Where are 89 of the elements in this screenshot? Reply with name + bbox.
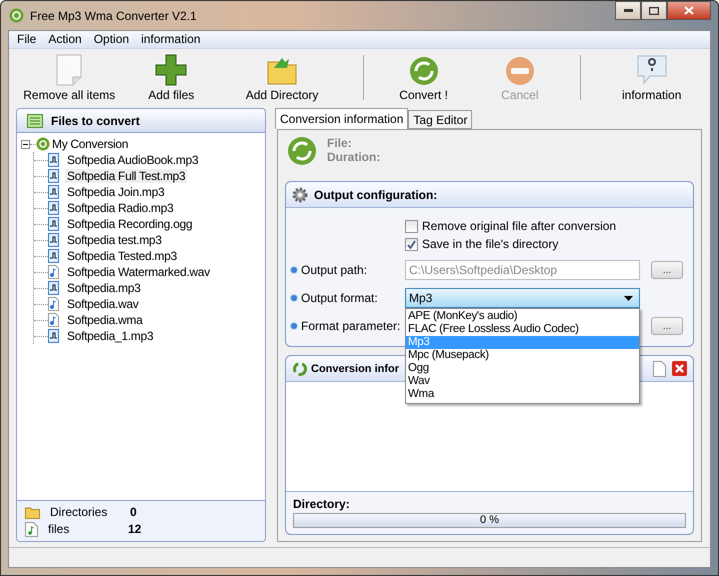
bullet-icon xyxy=(290,266,298,274)
tree-item[interactable]: Softpedia.wma xyxy=(65,313,144,327)
format-dropdown[interactable]: Mp3 xyxy=(405,288,640,308)
field-label: Output path: xyxy=(301,263,368,277)
tree-item[interactable]: Softpedia.mp3 xyxy=(65,281,142,295)
field-label: Output format: xyxy=(301,291,379,305)
progress-reading: 0 % xyxy=(479,514,500,527)
group-title: Conversion infor xyxy=(311,362,400,374)
help-bubble-icon xyxy=(636,54,668,86)
summary-count: 12 xyxy=(128,522,142,536)
audio-file-icon xyxy=(48,201,59,215)
music-file-icon xyxy=(25,522,38,536)
summary-label: Directories xyxy=(50,505,108,519)
tab[interactable]: Tag Editor xyxy=(408,110,472,129)
minimize-button[interactable] xyxy=(615,1,641,20)
audio-file-icon xyxy=(48,233,59,247)
field-label: Format parameter: xyxy=(301,319,402,333)
file-label: File: xyxy=(327,136,353,150)
tree-item[interactable]: Softpedia AudioBook.mp3 xyxy=(65,153,200,167)
checkbox[interactable] xyxy=(405,220,418,232)
tree-item[interactable]: Softpedia Tested.mp3 xyxy=(65,249,179,263)
bullet-icon xyxy=(290,322,298,330)
summary-count: 0 xyxy=(130,505,137,519)
panel-title: Files to convert xyxy=(51,114,140,128)
dropdown-option[interactable]: Mpc (Musepack) xyxy=(406,349,639,362)
tree-item[interactable]: Softpedia.wav xyxy=(65,297,140,311)
caret-icon xyxy=(624,296,633,300)
tree-item[interactable]: Softpedia Full Test.mp3 xyxy=(65,169,188,183)
tree-item[interactable]: Softpedia Join.mp3 xyxy=(65,185,166,199)
menu-item[interactable]: File xyxy=(11,31,42,48)
group-title: Output configuration: xyxy=(314,188,438,202)
menu-item[interactable]: Option xyxy=(88,31,136,48)
maximize-button[interactable] xyxy=(641,1,667,20)
close-button[interactable] xyxy=(667,1,711,20)
tab[interactable]: Conversion information xyxy=(275,108,408,129)
summary-label: files xyxy=(48,522,70,536)
stop-icon xyxy=(504,56,535,86)
checkbox[interactable] xyxy=(405,238,418,250)
close-icon xyxy=(684,6,694,15)
toolbar-button[interactable]: Add Directory xyxy=(213,49,352,106)
tree-item[interactable]: My Conversion xyxy=(50,137,130,151)
list-icon xyxy=(27,114,43,128)
convert-icon xyxy=(36,137,50,151)
gear-icon xyxy=(292,186,308,202)
audio-file-icon xyxy=(48,217,59,231)
toolbar-button[interactable]: Remove all items xyxy=(9,49,130,106)
tree-item[interactable]: Softpedia Recording.ogg xyxy=(65,217,194,231)
dropdown-option[interactable]: APE (MonKey's audio) xyxy=(406,310,639,323)
parameter-button[interactable]: ... xyxy=(651,317,683,335)
collapse-toggle[interactable] xyxy=(21,140,30,148)
checkbox-label: Remove original file after conversion xyxy=(422,219,616,233)
bullet-icon xyxy=(290,294,298,302)
checkbox-label: Save in the file's directory xyxy=(422,237,558,251)
music-file-icon xyxy=(48,265,59,279)
audio-file-icon xyxy=(48,281,59,295)
audio-file-icon xyxy=(48,185,59,199)
toolbar-button[interactable]: Add files xyxy=(130,49,214,106)
tree-item[interactable]: Softpedia Watermarked.wav xyxy=(65,265,212,279)
app-icon xyxy=(9,8,24,23)
menu-item[interactable]: information xyxy=(135,31,206,48)
menu-item[interactable]: Action xyxy=(42,31,88,48)
music-file-icon xyxy=(48,313,59,327)
window-title: Free Mp3 Wma Converter V2.1 xyxy=(30,8,198,22)
dropdown-option[interactable]: Wma xyxy=(406,388,639,401)
refresh-icon xyxy=(292,360,308,376)
audio-file-icon xyxy=(48,329,59,343)
audio-file-icon xyxy=(48,249,59,263)
audio-file-icon xyxy=(48,153,59,167)
toolbar-button[interactable]: information xyxy=(593,49,710,106)
convert-icon xyxy=(287,136,317,166)
convert-icon xyxy=(408,56,439,86)
new-page-icon[interactable] xyxy=(653,360,666,376)
dropdown-option[interactable]: Ogg xyxy=(406,362,639,375)
delete-icon[interactable] xyxy=(672,361,687,376)
dropdown-option[interactable]: Wav xyxy=(406,375,639,388)
page-icon xyxy=(54,54,84,86)
directory-label: Directory: xyxy=(293,497,351,511)
minimize-icon xyxy=(624,9,632,12)
plus-icon xyxy=(155,54,188,86)
duration-label: Duration: xyxy=(327,150,380,164)
tree-item[interactable]: Softpedia Radio.mp3 xyxy=(65,201,176,215)
tree-item[interactable]: Softpedia test.mp3 xyxy=(65,233,164,247)
music-file-icon xyxy=(48,297,59,311)
dropdown-option[interactable]: FLAC (Free Lossless Audio Codec) xyxy=(406,323,639,336)
folder-icon xyxy=(25,506,40,518)
toolbar-button[interactable]: Convert ! xyxy=(376,49,472,106)
tree-item[interactable]: Softpedia_1.mp3 xyxy=(65,329,156,343)
maximize-icon xyxy=(649,6,659,14)
audio-file-icon xyxy=(48,169,59,183)
